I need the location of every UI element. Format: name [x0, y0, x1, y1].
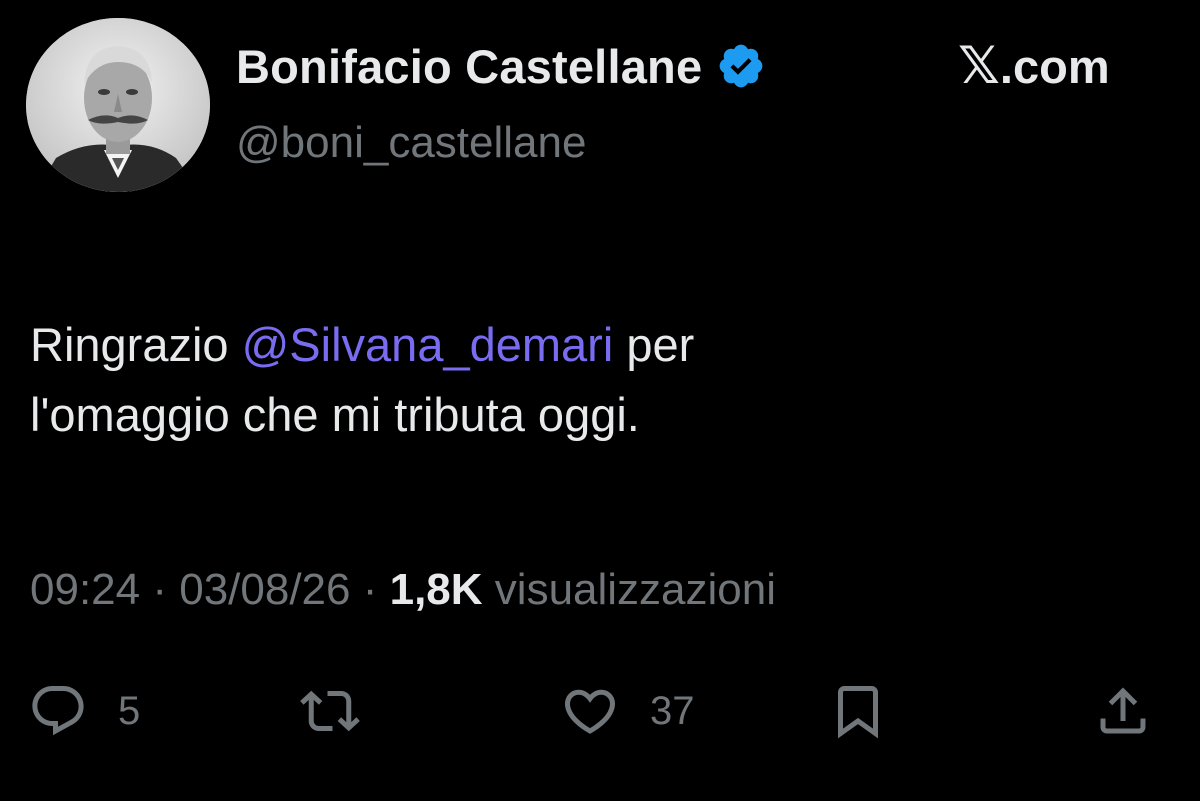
share-icon [1093, 681, 1153, 741]
tweet-text-part: per [613, 318, 695, 371]
source-domain: .com [999, 39, 1110, 93]
author-display-name[interactable]: Bonifacio Castellane [236, 39, 702, 94]
share-button[interactable] [1093, 676, 1153, 746]
tweet-time[interactable]: 09:24 [30, 565, 140, 614]
author-name-row: Bonifacio Castellane [236, 36, 766, 96]
tweet-meta: 09:24 · 03/08/26 · 1,8K visualizzazioni [30, 565, 776, 615]
bookmark-icon [828, 681, 888, 741]
mention-link[interactable]: @Silvana_demari [242, 318, 614, 371]
reply-icon [28, 681, 88, 741]
reply-button[interactable]: 5 [28, 676, 140, 746]
views-count: 1,8K [389, 565, 483, 614]
verified-badge-icon[interactable] [716, 41, 766, 91]
avatar-portrait-image [26, 18, 210, 192]
meta-separator: · [140, 565, 180, 614]
heart-icon [560, 681, 620, 741]
meta-separator: · [350, 565, 390, 614]
tweet-card: Bonifacio Castellane 𝕏 .com @boni_castel… [0, 0, 1200, 801]
tweet-text: Ringrazio @Silvana_demari per l'omaggio … [30, 310, 1150, 450]
x-logo-icon: 𝕏 [958, 36, 1000, 96]
tweet-date[interactable]: 03/08/26 [179, 565, 350, 614]
retweet-icon [300, 681, 360, 741]
retweet-button[interactable] [300, 676, 360, 746]
avatar[interactable] [26, 18, 210, 192]
like-count: 37 [650, 688, 695, 733]
reply-count: 5 [118, 688, 141, 733]
action-bar: 5 37 [0, 676, 1200, 746]
tweet-text-line-1: Ringrazio @Silvana_demari per [30, 310, 1150, 380]
author-handle[interactable]: @boni_castellane [236, 118, 586, 168]
like-button[interactable]: 37 [560, 676, 695, 746]
tweet-text-part: Ringrazio [30, 318, 242, 371]
bookmark-button[interactable] [828, 676, 888, 746]
tweet-text-line-2: l'omaggio che mi tributa oggi. [30, 388, 640, 441]
views-label: visualizzazioni [482, 565, 777, 614]
source-label: 𝕏 .com [958, 36, 1110, 96]
